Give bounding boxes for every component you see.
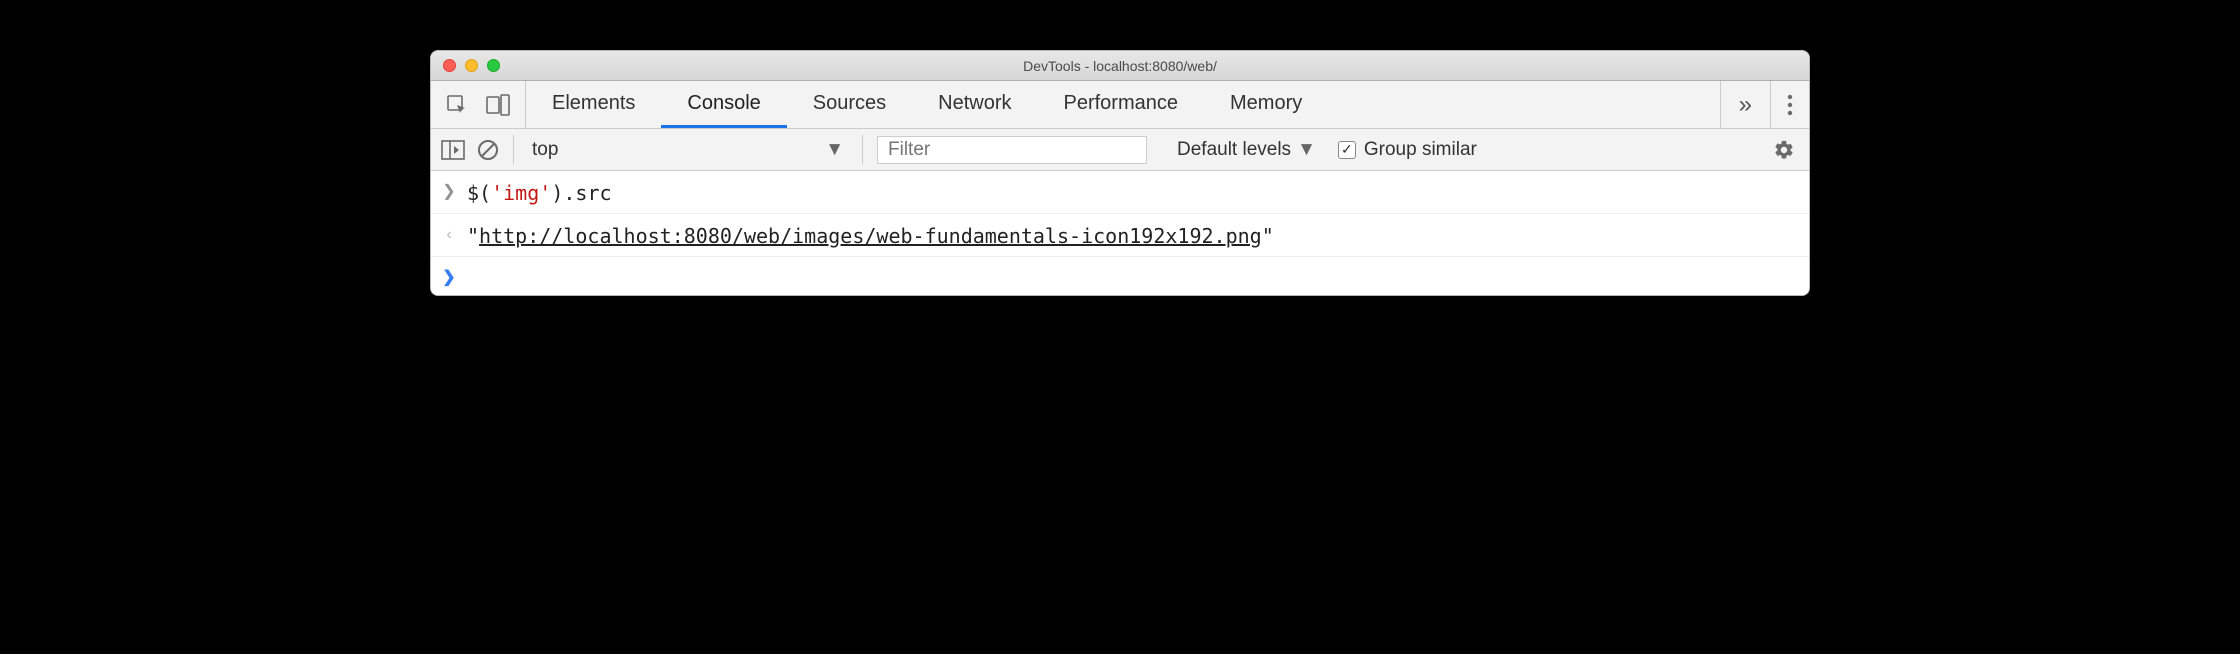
checkbox-checked-icon: ✓ [1338, 141, 1356, 159]
window-minimize-button[interactable] [465, 59, 478, 72]
result-url-link[interactable]: http://localhost:8080/web/images/web-fun… [479, 224, 1262, 248]
console-body: ❯ $('img').src ‹ "http://localhost:8080/… [431, 171, 1809, 295]
tabs-overflow-button[interactable]: » [1720, 81, 1770, 128]
group-similar-toggle[interactable]: ✓ Group similar [1338, 139, 1477, 161]
triangle-down-icon: ▼ [1297, 139, 1316, 161]
active-prompt-chevron-icon: ❯ [441, 263, 457, 291]
log-levels-label: Default levels [1177, 139, 1291, 161]
console-prompt-row[interactable]: ❯ [431, 257, 1809, 295]
tabstrip: Elements Console Sources Network Perform… [431, 81, 1809, 129]
console-toolbar: top ▼ Default levels ▼ ✓ Group similar [431, 129, 1809, 171]
triangle-down-icon: ▼ [825, 139, 844, 161]
device-toolbar-icon[interactable] [485, 93, 511, 117]
execution-context-select[interactable]: top ▼ [528, 137, 848, 163]
sidebar-toggle-icon[interactable] [441, 140, 465, 160]
inspect-element-icon[interactable] [445, 93, 469, 117]
traffic-lights [431, 59, 500, 72]
console-output-row: ‹ "http://localhost:8080/web/images/web-… [431, 214, 1809, 257]
gear-icon [1773, 139, 1795, 161]
settings-menu-button[interactable] [1770, 81, 1809, 128]
window-close-button[interactable] [443, 59, 456, 72]
console-input-row: ❯ $('img').src [431, 171, 1809, 214]
clear-console-icon[interactable] [477, 139, 499, 161]
window-title: DevTools - localhost:8080/web/ [431, 58, 1809, 74]
filter-input[interactable] [877, 136, 1147, 164]
tab-sources[interactable]: Sources [787, 81, 912, 128]
window-zoom-button[interactable] [487, 59, 500, 72]
execution-context-label: top [532, 139, 558, 161]
console-input-code: $('img').src [467, 177, 612, 209]
output-chevron-icon: ‹ [441, 220, 457, 248]
tab-network[interactable]: Network [912, 81, 1037, 128]
tab-performance[interactable]: Performance [1038, 81, 1205, 128]
titlebar: DevTools - localhost:8080/web/ [431, 51, 1809, 81]
console-output-value: "http://localhost:8080/web/images/web-fu… [467, 220, 1274, 252]
kebab-icon [1787, 94, 1793, 116]
devtools-window: DevTools - localhost:8080/web/ Elements … [430, 50, 1810, 296]
tab-tools [431, 81, 526, 128]
chevron-double-right-icon: » [1739, 91, 1752, 119]
tab-memory[interactable]: Memory [1204, 81, 1328, 128]
tabs: Elements Console Sources Network Perform… [526, 81, 1720, 128]
group-similar-label: Group similar [1364, 139, 1477, 161]
tab-elements[interactable]: Elements [526, 81, 661, 128]
log-levels-select[interactable]: Default levels ▼ [1177, 139, 1316, 161]
console-settings-button[interactable] [1773, 139, 1799, 161]
tab-console[interactable]: Console [661, 81, 786, 128]
prompt-chevron-icon: ❯ [441, 177, 457, 205]
